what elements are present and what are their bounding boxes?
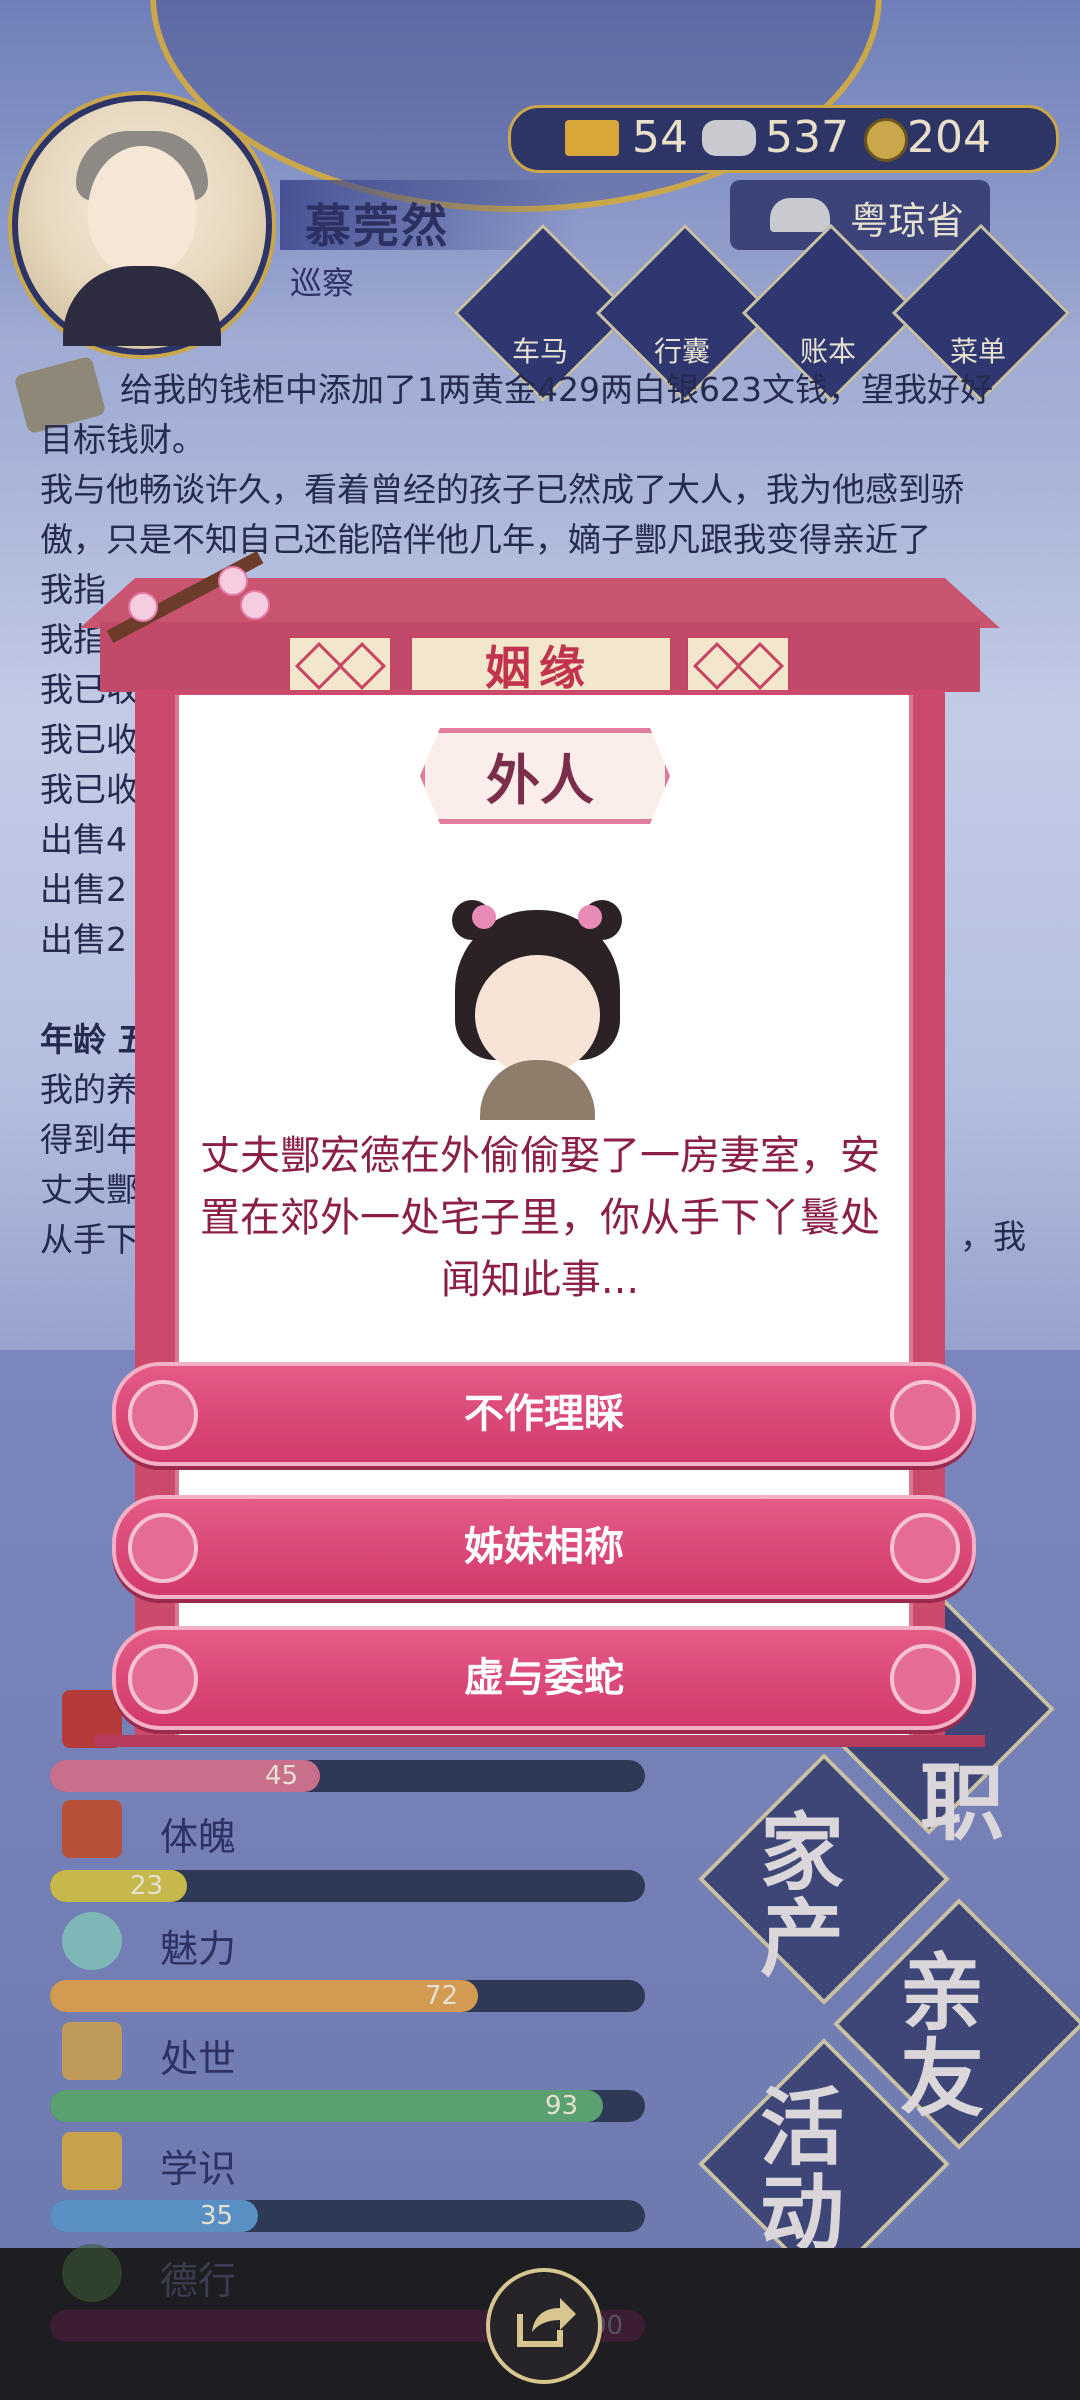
option-feign-button[interactable]: 虚与委蛇 [112,1626,976,1730]
header-ornament-left [288,636,392,694]
event-story: 丈夫酆宏德在外偷偷娶了一房妻室，安置在郊外一处宅子里，你从手下丫鬟处闻知此事..… [200,1133,880,1303]
header-ornament-right [686,636,790,694]
plum-blossom [240,590,270,620]
plum-blossom [128,592,158,622]
dialog-base [95,1735,985,1747]
hair-flower [472,905,496,929]
option-label: 不作理睬 [464,1391,624,1437]
option-sisters-button[interactable]: 姊妹相称 [112,1495,976,1599]
event-tag-label: 外人 [486,749,594,812]
option-ignore-button[interactable]: 不作理睬 [112,1362,976,1466]
character-face [475,955,600,1075]
option-label: 虚与委蛇 [464,1655,624,1701]
hair-flower [578,905,602,929]
dialog-title: 姻缘 [485,641,593,695]
plum-blossom [218,566,248,596]
option-label: 姊妹相称 [464,1524,624,1570]
